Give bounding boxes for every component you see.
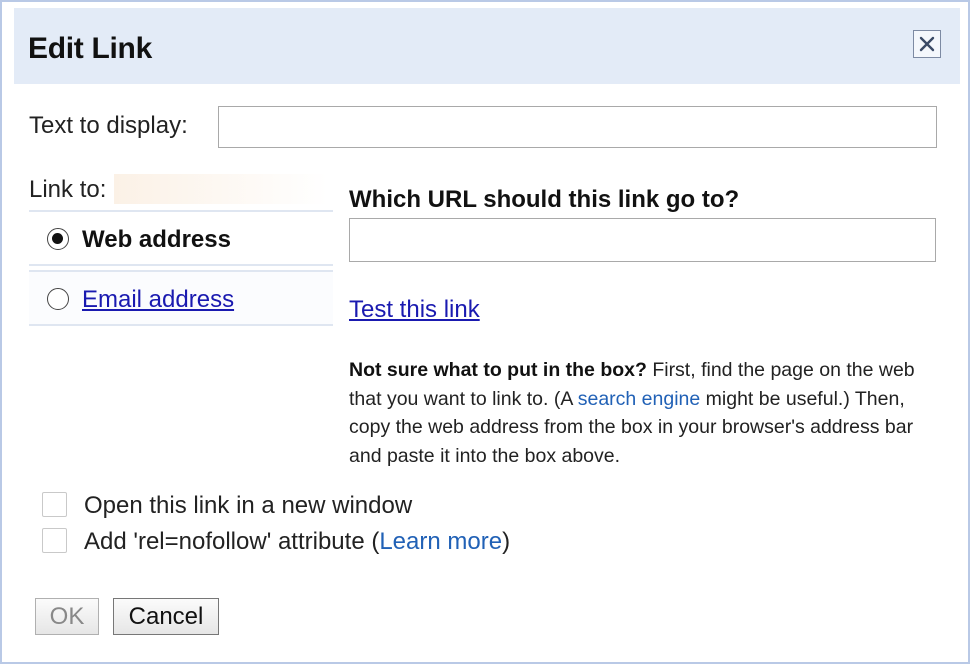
help-bold: Not sure what to put in the box?: [349, 359, 647, 381]
tab-web-address[interactable]: Web address: [29, 210, 333, 266]
search-engine-link[interactable]: search engine: [578, 388, 701, 410]
test-this-link[interactable]: Test this link: [349, 296, 480, 324]
nofollow-prefix: Add 'rel=nofollow' attribute (: [84, 528, 380, 555]
dialog-title: Edit Link: [28, 32, 152, 65]
nofollow-suffix: ): [502, 528, 511, 555]
url-heading: Which URL should this link go to?: [349, 186, 740, 213]
new-window-label: Open this link in a new window: [84, 492, 413, 519]
nofollow-checkbox[interactable]: [42, 528, 67, 553]
learn-more-link[interactable]: Learn more: [379, 528, 502, 555]
web-address-radio[interactable]: [47, 228, 69, 250]
email-address-link[interactable]: Email address: [82, 286, 234, 314]
url-input[interactable]: [349, 218, 936, 262]
email-address-radio[interactable]: [47, 288, 69, 310]
text-to-display-label: Text to display:: [29, 112, 188, 139]
ok-button[interactable]: OK: [35, 598, 99, 635]
tab-email-address[interactable]: Email address: [29, 270, 333, 326]
new-window-checkbox[interactable]: [42, 492, 67, 517]
web-address-label: Web address: [82, 226, 231, 253]
close-icon-glyph: [919, 36, 935, 52]
link-type-tabs: Web address Email address: [29, 208, 333, 328]
edit-link-dialog: Edit Link Text to display: Link to: Web …: [0, 0, 970, 664]
dialog-titlebar: [14, 8, 960, 84]
nofollow-label: Add 'rel=nofollow' attribute (Learn more…: [84, 528, 510, 556]
close-icon[interactable]: [913, 30, 941, 58]
text-to-display-input[interactable]: [218, 106, 937, 148]
link-to-highlight: [114, 174, 328, 204]
help-text: Not sure what to put in the box? First, …: [349, 356, 939, 470]
link-to-label: Link to:: [29, 176, 107, 203]
cancel-button[interactable]: Cancel: [113, 598, 219, 635]
